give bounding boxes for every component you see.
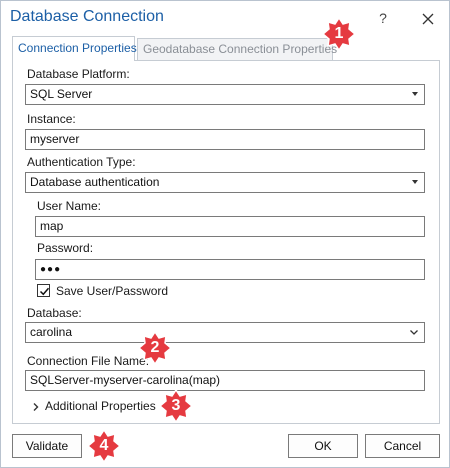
authentication-type-select[interactable]: Database authentication bbox=[25, 172, 425, 193]
callout-badge-4: 4 bbox=[87, 429, 121, 463]
title-bar: Database Connection ? bbox=[1, 1, 449, 35]
authentication-type-value: Database authentication bbox=[30, 175, 160, 189]
connection-file-name-input[interactable]: SQLServer-myserver-carolina(map) bbox=[25, 370, 425, 391]
dropdown-arrow-icon bbox=[412, 92, 418, 96]
cancel-button[interactable]: Cancel bbox=[365, 434, 440, 458]
additional-properties-label: Additional Properties bbox=[45, 399, 156, 413]
database-value: carolina bbox=[30, 325, 73, 339]
save-user-password-checkbox[interactable] bbox=[37, 284, 50, 297]
password-input[interactable]: ●●● bbox=[35, 259, 425, 280]
user-name-input[interactable]: map bbox=[35, 216, 425, 237]
callout-badge-3: 3 bbox=[159, 389, 193, 423]
database-platform-select[interactable]: SQL Server bbox=[25, 84, 425, 105]
chevron-down-icon bbox=[410, 330, 418, 335]
ok-button[interactable]: OK bbox=[288, 434, 358, 458]
database-connection-dialog: Database Connection ? Connection Propert… bbox=[0, 0, 450, 468]
callout-badge-2: 2 bbox=[138, 331, 172, 365]
close-button[interactable] bbox=[415, 7, 441, 29]
callout-number: 2 bbox=[150, 339, 160, 356]
instance-label: Instance: bbox=[27, 112, 76, 126]
database-platform-value: SQL Server bbox=[30, 87, 93, 101]
callout-number: 4 bbox=[99, 437, 109, 454]
close-icon bbox=[422, 13, 434, 25]
connection-file-name-label: Connection File Name: bbox=[27, 354, 150, 368]
password-label: Password: bbox=[37, 241, 94, 255]
user-name-label: User Name: bbox=[37, 199, 102, 213]
database-label: Database: bbox=[27, 306, 82, 320]
dialog-title: Database Connection bbox=[10, 8, 164, 25]
tab-geodatabase-connection-properties[interactable]: Geodatabase Connection Properties bbox=[137, 38, 337, 60]
checkmark-icon bbox=[39, 287, 50, 296]
save-user-password-label: Save User/Password bbox=[56, 284, 169, 298]
dropdown-arrow-icon bbox=[412, 180, 418, 184]
callout-badge-1: 1 bbox=[322, 17, 356, 51]
chevron-right-icon bbox=[33, 403, 39, 411]
database-select[interactable]: carolina bbox=[25, 322, 425, 343]
callout-number: 3 bbox=[171, 397, 181, 414]
validate-button[interactable]: Validate bbox=[12, 434, 82, 458]
authentication-type-label: Authentication Type: bbox=[27, 155, 136, 169]
tab-connection-properties[interactable]: Connection Properties bbox=[12, 36, 137, 61]
database-platform-label: Database Platform: bbox=[27, 67, 130, 81]
help-button[interactable]: ? bbox=[371, 7, 395, 29]
callout-number: 1 bbox=[334, 25, 344, 42]
instance-input[interactable]: myserver bbox=[25, 129, 425, 150]
